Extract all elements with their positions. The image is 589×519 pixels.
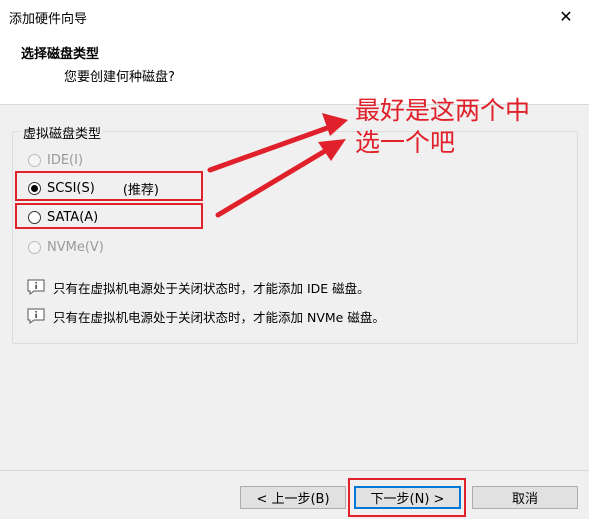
radio-ide[interactable]: IDE(I) [28,150,83,170]
radio-scsi[interactable]: SCSI(S) (推荐) [28,178,159,198]
radio-nvme-circle[interactable] [28,240,41,254]
footer-divider [0,470,589,471]
radio-sata[interactable]: SATA(A) [28,207,98,227]
info-nvme-text: 只有在虚拟机电源处于关闭状态时，才能添加 NVMe 磁盘。 [53,309,385,325]
annotation-text: 最好是这两个中 选一个吧 [355,95,530,159]
annotation-line-2: 选一个吧 [355,128,456,157]
info-ide: 只有在虚拟机电源处于关闭状态时，才能添加 IDE 磁盘。 [27,278,370,296]
info-icon [27,308,45,324]
info-nvme: 只有在虚拟机电源处于关闭状态时，才能添加 NVMe 磁盘。 [27,307,385,325]
close-icon[interactable]: ✕ [543,0,589,32]
page-title: 选择磁盘类型 [21,47,100,62]
radio-sata-circle[interactable] [28,210,41,224]
title-bar: 添加硬件向导 ✕ [0,0,589,32]
radio-scsi-label: SCSI(S) [47,180,95,196]
radio-nvme[interactable]: NVMe(V) [28,237,104,257]
radio-scsi-circle[interactable] [28,181,41,195]
radio-ide-circle[interactable] [28,153,41,167]
info-icon [27,279,45,295]
annotation-line-1: 最好是这两个中 [355,96,531,125]
group-legend: 虚拟磁盘类型 [21,123,104,142]
disk-type-group: 虚拟磁盘类型 IDE(I) SCSI(S) (推荐) SATA(A) NVMe(… [12,123,578,344]
radio-ide-label: IDE(I) [47,152,84,168]
next-button[interactable]: 下一步(N) > [354,486,461,509]
recommended-note: (推荐) [122,182,159,198]
cancel-button[interactable]: 取消 [472,486,578,509]
info-ide-text: 只有在虚拟机电源处于关闭状态时，才能添加 IDE 磁盘。 [53,280,370,296]
radio-nvme-label: NVMe(V) [47,239,104,255]
radio-sata-label: SATA(A) [47,209,99,225]
back-button[interactable]: < 上一步(B) [240,486,346,509]
window-title: 添加硬件向导 [9,12,88,27]
page-subtitle: 您要创建何种磁盘? [64,70,175,85]
